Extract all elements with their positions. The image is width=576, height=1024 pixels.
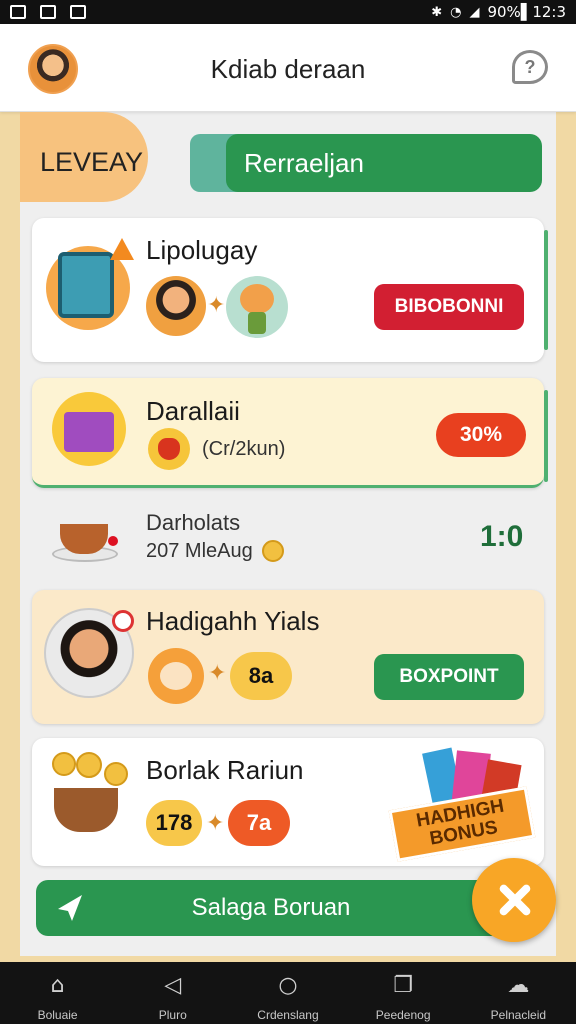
nav-label: Boluaie [37, 1008, 78, 1022]
nav-item-profile[interactable]: ☁ Pelnacleid [461, 972, 576, 1022]
card-accent [544, 390, 548, 482]
chat-icon [40, 5, 56, 19]
bonus-button[interactable]: BIBOBONNI [374, 284, 524, 330]
points-pill: 178 [146, 800, 202, 846]
card-title: Hadigahh Yials [146, 606, 320, 636]
nav-label: Peedenog [375, 1008, 431, 1022]
nav-label: Pluro [158, 1008, 187, 1022]
berry-shape [108, 536, 118, 546]
fox-head [240, 284, 274, 314]
cup-shape [54, 788, 118, 832]
tab-primary[interactable]: Rerraeljan [226, 134, 542, 192]
badge-icon [112, 610, 134, 632]
swap-icon: ✦ [208, 660, 227, 685]
page-title: Kdiab deraan [210, 54, 366, 84]
reward-icon [148, 428, 190, 470]
level-label: LEVEAY [40, 147, 144, 177]
gift-box-icon [52, 392, 126, 466]
coffee-coins-icon [46, 752, 132, 844]
swap-icon: ✦ [207, 292, 226, 317]
card-title: Lipolugay [146, 235, 258, 265]
coin-shape [104, 762, 128, 786]
gift-shape [64, 412, 114, 452]
points-pill: 7a [228, 800, 290, 846]
card-accent [544, 230, 548, 350]
home-icon: ⌂ [50, 973, 65, 998]
nav-label: Pelnacleid [490, 1008, 547, 1022]
row-subtitle: 207 MleAug [146, 540, 253, 562]
bluetooth-icon: ✱ [431, 4, 443, 20]
app-icon [70, 5, 86, 19]
player-avatar [146, 276, 206, 336]
nav-item-home[interactable]: ⌂ Boluaie [0, 972, 115, 1022]
primary-action-button[interactable]: Salaga Boruan [36, 880, 506, 936]
hamster-icon [148, 648, 204, 704]
coin-shape [76, 752, 102, 778]
points-pill: 8a [230, 652, 292, 700]
hamster-face [160, 662, 192, 690]
fox-mascot-avatar [226, 276, 288, 338]
system-status: ✱ ◔ ◢ 90%▌12:3 [431, 3, 566, 21]
nav-item-back[interactable]: ◁ Pluro [115, 972, 230, 1022]
score-text: 1:0 [480, 520, 524, 553]
notification-icons [10, 5, 86, 19]
profile-icon: ☁ [507, 973, 530, 998]
coin-icon [262, 540, 284, 562]
coin-shape [52, 752, 76, 776]
nav-item-recents[interactable]: ❐ Peedenog [346, 972, 461, 1022]
recents-icon: ❐ [393, 973, 414, 998]
fox-body [248, 312, 266, 334]
swap-icon: ✦ [206, 810, 225, 835]
reward-shape [158, 438, 180, 460]
status-bar: ✱ ◔ ◢ 90%▌12:3 [0, 0, 576, 24]
row-title: Darholats [146, 510, 241, 535]
boxpoint-button[interactable]: BOXPOINT [374, 654, 524, 700]
signal-icon: ◢ [469, 4, 480, 20]
card-subtitle: (Cr/2kun) [202, 438, 286, 460]
bottom-navigation: ⌂ Boluaie ◁ Pluro ○ Crdenslang ❐ Peedeno… [0, 962, 576, 1024]
coffee-cup-icon [50, 514, 120, 566]
card-title: Darallaii [146, 396, 240, 426]
send-icon [58, 895, 82, 921]
search-icon: ○ [278, 973, 298, 998]
app-header: Kdiab deraan ? [0, 24, 576, 112]
card-title: Borlak Rariun [146, 755, 304, 785]
nav-item-search[interactable]: ○ Crdenslang [230, 972, 345, 1022]
book-shape [58, 252, 114, 318]
percent-badge[interactable]: 30% [436, 413, 526, 457]
nav-label: Crdenslang [257, 1008, 319, 1022]
wifi-icon: ◔ [450, 4, 462, 20]
back-triangle-icon: ◁ [164, 973, 182, 998]
gallery-icon [10, 5, 26, 19]
close-icon[interactable] [472, 858, 556, 942]
help-chat-icon[interactable]: ? [512, 50, 548, 84]
battery-time-text: 90%▌12:3 [487, 3, 566, 21]
warning-icon [110, 238, 134, 260]
